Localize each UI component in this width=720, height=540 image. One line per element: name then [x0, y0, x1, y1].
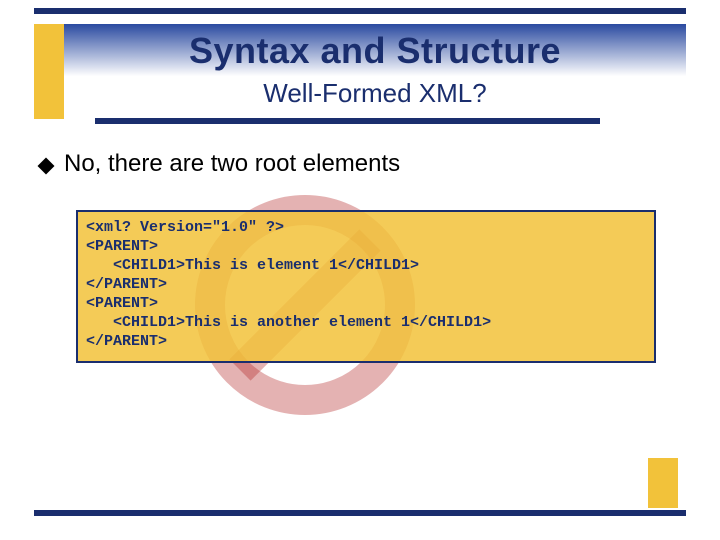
- slide-title: Syntax and Structure: [64, 24, 686, 78]
- code-line-1: <xml? Version="1.0" ?>: [86, 219, 284, 236]
- bottom-divider: [34, 510, 686, 516]
- bullet-text: No, there are two root elements: [64, 150, 400, 178]
- code-line-5: <PARENT>: [86, 295, 158, 312]
- code-line-7: </PARENT>: [86, 333, 167, 350]
- code-line-6: <CHILD1>This is another element 1</CHILD…: [86, 314, 491, 331]
- bullet-line: No, there are two root elements: [40, 150, 680, 178]
- code-line-3: <CHILD1>This is element 1</CHILD1>: [86, 257, 419, 274]
- code-line-2: <PARENT>: [86, 238, 158, 255]
- code-line-4: </PARENT>: [86, 276, 167, 293]
- top-divider: [34, 8, 686, 14]
- diamond-bullet-icon: [38, 158, 55, 175]
- title-underline: [95, 118, 600, 124]
- code-block: <xml? Version="1.0" ?> <PARENT> <CHILD1>…: [76, 210, 656, 363]
- accent-block-top: [34, 24, 64, 119]
- accent-block-bottom: [648, 458, 678, 508]
- title-area: Syntax and Structure Well-Formed XML?: [64, 24, 686, 119]
- slide-subtitle: Well-Formed XML?: [64, 78, 686, 108]
